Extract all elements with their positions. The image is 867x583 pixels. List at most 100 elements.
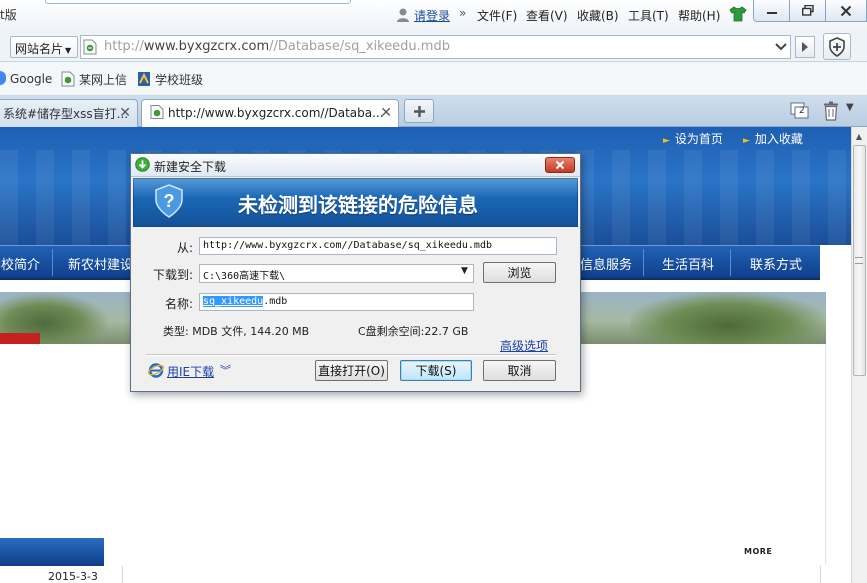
search-field-edge[interactable] [45,0,351,4]
filename-input[interactable]: sq_xikeedu.mdb [199,293,474,311]
play-arrow-icon [802,42,808,52]
browser-edition-label: t版 [0,8,17,22]
svg-text:?: ? [164,191,175,211]
news-date: 2015-3-3 [48,570,98,583]
filename-selected-text: sq_xikeedu [203,296,264,307]
skin-shirt-icon[interactable] [729,6,747,22]
nav-contact[interactable]: 联系方式 [750,254,802,273]
dialog-close-button[interactable] [545,157,575,173]
new-tab-button[interactable] [404,99,434,123]
menu-file[interactable]: 文件(F) [477,7,517,24]
source-url-field[interactable]: http://www.byxgzcrx.com//Database/sq_xik… [199,237,557,255]
user-icon [397,8,409,22]
campus-photo-banner [0,333,40,344]
advanced-options-link[interactable]: 高级选项 [500,337,548,354]
open-directly-button[interactable]: 直接打开(O) [315,360,388,381]
site-card-label: 网站名片 [15,42,64,56]
menu-overflow-chevron[interactable]: » [459,6,466,20]
save-to-select[interactable]: C:\360高速下载\ [199,264,474,283]
cancel-button[interactable]: 取消 [483,360,556,381]
menu-tools[interactable]: 工具(T) [628,7,669,24]
favorite-google-label: Google [10,72,53,86]
page-icon [83,39,97,55]
dialog-heading: 未检测到该链接的危险信息 [238,193,478,217]
security-guard-button[interactable] [823,33,851,60]
filename-extension: .mdb [263,296,288,307]
favorite-school-class-label: 学校班级 [155,73,204,87]
page-icon [61,71,75,87]
bookmark-icon [138,72,150,86]
tab-close-icon[interactable]: ✕ [380,105,392,121]
favorite-item-2-label: 某网上信 [79,73,128,87]
add-favorite-link[interactable]: ► 加入收藏 [743,130,803,147]
trash-icon [824,101,838,121]
favorite-school-class[interactable]: 学校班级 [137,71,203,88]
scroll-up-arrow[interactable]: ▲ [851,129,867,143]
shield-question-icon: ? [155,184,183,218]
dialog-title: 新建安全下载 [154,160,227,174]
campus-photo-trees [630,292,826,344]
nav-divider [643,249,644,276]
url-path: //Database/sq_xikeedu.mdb [269,39,450,54]
site-card-dropdown[interactable]: 网站名片 ▼ [10,36,78,58]
restore-button[interactable] [789,0,826,22]
menu-view[interactable]: 查看(V) [526,7,568,24]
close-window-button[interactable] [825,0,867,22]
save-to-label: 下载到: [152,268,193,282]
column-divider [820,566,821,583]
google-icon [0,71,6,85]
caret-down-icon[interactable]: ▼ [846,102,854,113]
shield-plus-icon [829,36,845,57]
go-button[interactable] [795,36,815,58]
url-prefix: http:// [104,39,144,54]
download-with-ie-link[interactable]: 用IE下载 [167,363,214,380]
add-favorite-label: 加入收藏 [754,132,803,146]
nav-life-encyclopedia[interactable]: 生活百科 [662,254,714,273]
ie-logo-icon [148,363,164,378]
browse-button[interactable]: 浏览 [483,262,556,283]
double-chevron-down-icon[interactable]: ︾ [220,362,231,378]
dialog-divider [146,354,556,356]
tab-current-download[interactable]: http://www.byxgzcrx.com//Databa... ✕ [141,99,399,128]
closed-tabs-button[interactable] [822,101,840,121]
download-button[interactable]: 下载(S) [400,360,472,381]
column-divider [122,566,123,583]
more-link[interactable]: MORE [744,547,772,556]
favorite-google[interactable]: Google [0,71,52,86]
tab-close-icon[interactable]: ✕ [119,105,131,121]
file-type-info: 类型: MDB 文件, 144.20 MB [163,325,310,338]
menu-favorites[interactable]: 收藏(B) [577,7,619,24]
minimize-icon [766,11,777,14]
nav-info-service[interactable]: 信息服务 [580,254,632,273]
chevron-down-icon [775,43,787,51]
url-host: www.byxgzcrx.com [143,39,270,54]
arrow-icon: ► [663,136,670,146]
caret-down-icon: ▼ [65,46,72,55]
from-label: 从: [176,241,193,255]
minimize-button[interactable] [753,0,790,22]
tab-xss-system[interactable]: 系统#储存型xss盲打... ✕ [0,99,138,127]
nav-divider [730,249,731,276]
address-url-text: http://www.byxgzcrx.com//Database/sq_xik… [104,39,450,54]
tab-current-label: http://www.byxgzcrx.com//Databa... [168,106,384,120]
section-header-bar [0,538,104,566]
menu-help[interactable]: 帮助(H) [678,7,720,24]
login-link[interactable]: 请登录 [414,7,450,24]
favorite-item-2[interactable]: 某网上信 [61,71,127,88]
plus-icon [413,105,425,117]
tab-xss-system-label: 系统#储存型xss盲打... [3,107,129,121]
set-homepage-link[interactable]: ► 设为首页 [663,130,723,147]
close-icon [840,5,852,16]
tabs-count: 2 [799,106,805,116]
restore-icon [801,5,814,16]
close-icon [555,160,565,170]
nav-divider [52,249,53,276]
nav-new-village[interactable]: 新农村建设 [68,254,133,273]
nav-school-intro[interactable]: 学校简介 [0,254,40,273]
tabs-overview-button[interactable]: 2 [790,102,810,120]
scrollbar-grip [855,257,863,264]
favorites-bar [0,62,867,96]
arrow-icon: ► [743,136,750,146]
url-history-dropdown[interactable] [771,36,791,58]
caret-down-icon[interactable]: ▼ [461,266,468,276]
